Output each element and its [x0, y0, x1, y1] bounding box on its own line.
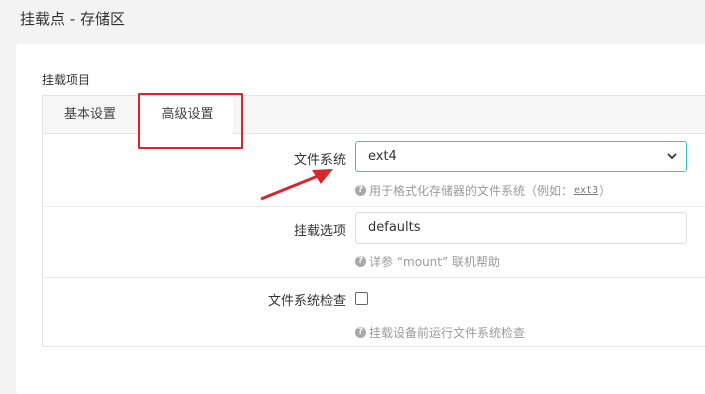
section-title: 挂载项目	[42, 73, 91, 87]
fs-check-checkbox[interactable]	[355, 292, 368, 305]
filesystem-label: 文件系统	[293, 153, 346, 168]
question-circle-icon: ?	[355, 327, 366, 338]
tab-advanced-settings[interactable]: 高级设置	[142, 96, 233, 134]
filesystem-help: ? 用于格式化存储器的文件系统（例如： ext3）	[355, 182, 611, 199]
filesystem-help-text: 用于格式化存储器的文件系统（例如：	[369, 184, 574, 198]
question-circle-icon: ?	[355, 185, 366, 196]
tab-basic-settings[interactable]: 基本设置	[43, 96, 137, 134]
row-divider	[44, 277, 705, 278]
fs-check-label: 文件系统检查	[267, 294, 346, 309]
fs-check-help-text: 挂载设备前运行文件系统检查	[369, 326, 526, 340]
question-circle-icon: ?	[355, 256, 366, 267]
fs-check-help: ? 挂载设备前运行文件系统检查	[355, 324, 525, 341]
mount-options-help-text: 详参 “mount” 联机帮助	[369, 255, 501, 269]
mount-options-input[interactable]: defaults	[355, 212, 687, 244]
filesystem-help-code: ext3	[574, 185, 599, 196]
mount-options-help: ? 详参 “mount” 联机帮助	[355, 253, 500, 270]
filesystem-help-suffix: ）	[599, 184, 612, 198]
mount-options-value: defaults	[368, 220, 421, 235]
filesystem-select-value: ext4	[368, 149, 397, 164]
mount-options-label: 挂载选项	[293, 224, 346, 239]
page-title: 挂载点 - 存储区	[20, 10, 125, 28]
row-divider	[44, 206, 705, 207]
tab-bar: 基本设置 高级设置	[43, 96, 705, 134]
chevron-down-icon	[666, 142, 678, 182]
filesystem-select[interactable]: ext4	[355, 141, 687, 172]
